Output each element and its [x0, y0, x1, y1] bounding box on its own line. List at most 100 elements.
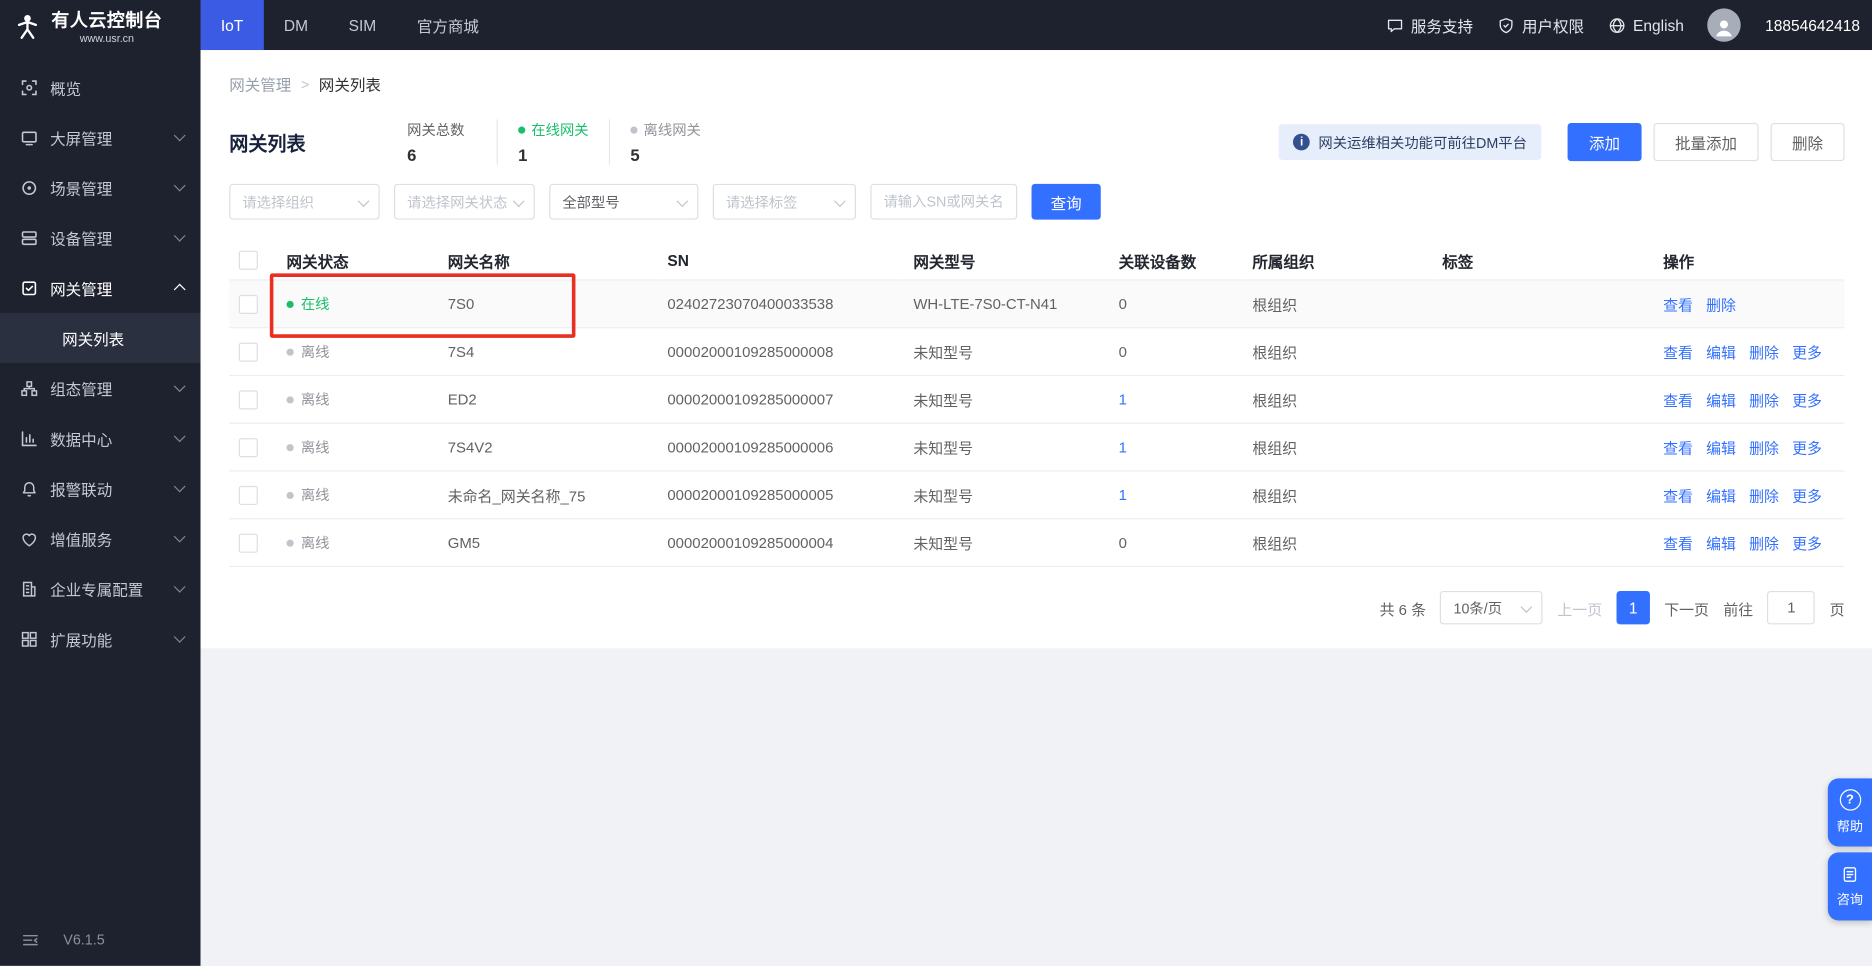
sidebar-item-label: 报警联动 [50, 480, 113, 499]
user-permissions-label: 用户权限 [1521, 17, 1585, 36]
gateway-name: 7S4V2 [438, 423, 658, 472]
chevron-down-icon [173, 380, 186, 393]
sidebar-item-value-added-services[interactable]: 增值服务 [0, 513, 201, 563]
sidebar-item-label: 扩展功能 [50, 630, 113, 649]
sidebar-subitem-gateway-list[interactable]: 网关列表 [0, 312, 201, 363]
row-action-delete[interactable]: 删除 [1749, 345, 1779, 362]
row-action-edit[interactable]: 编辑 [1706, 536, 1736, 553]
row-checkbox[interactable] [238, 533, 258, 553]
table-row: 离线 7S4 00002000109285000008 未知型号 0 根组织 查看 编辑 删除更… [229, 327, 1845, 377]
gateway-status-select[interactable]: 请选择网关状态 [393, 183, 535, 220]
gateway-model: 未知型号 [903, 470, 1110, 520]
sidebar-item-enterprise-config[interactable]: 企业专属配置 [0, 564, 201, 614]
row-action-view[interactable]: 查看 [1663, 345, 1693, 362]
sidebar-item-label: 概览 [50, 79, 82, 98]
row-action-more[interactable]: 更多 [1792, 393, 1822, 410]
avatar[interactable] [1707, 8, 1742, 42]
prev-page-button[interactable]: 上一页 [1557, 596, 1602, 619]
row-action-edit[interactable]: 编辑 [1706, 345, 1736, 362]
row-action-more[interactable]: 更多 [1792, 536, 1822, 553]
status-dot-icon [518, 125, 526, 134]
top-tab-sim[interactable]: SIM [328, 0, 396, 50]
consult-button[interactable]: 咨询 [1827, 852, 1872, 921]
row-checkbox[interactable] [238, 389, 258, 409]
dm-notice-banner: i 网关运维相关功能可前往DM平台 [1278, 124, 1542, 160]
table-row: 离线 ED2 00002000109285000007 未知型号 1 根组织 查看 编辑 删除更… [229, 375, 1845, 424]
row-action-more[interactable]: 更多 [1792, 441, 1822, 458]
row-action-delete[interactable]: 删除 [1749, 488, 1779, 505]
column-header: 网关名称 [438, 241, 658, 281]
row-action-delete[interactable]: 删除 [1706, 297, 1736, 314]
tag-select[interactable]: 请选择标签 [712, 183, 857, 220]
stat-label: 在线网关 [518, 119, 589, 139]
enterprise-icon [20, 580, 38, 598]
gateway-status: 离线 [286, 532, 330, 552]
status-dot-icon [286, 300, 294, 308]
total-count-label: 共 6 条 [1379, 601, 1427, 618]
sidebar-item-configuration-management[interactable]: 组态管理 [0, 363, 201, 413]
row-action-view[interactable]: 查看 [1663, 536, 1693, 553]
row-action-view[interactable]: 查看 [1663, 488, 1693, 505]
language-switcher[interactable]: English [1608, 16, 1684, 34]
page-size-select[interactable]: 10条/页 [1440, 590, 1544, 625]
sn-search-input[interactable] [870, 183, 1018, 220]
sidebar-item-device-management[interactable]: 设备管理 [0, 213, 201, 263]
user-permissions-link[interactable]: 用户权限 [1497, 14, 1584, 37]
row-checkbox[interactable] [238, 294, 258, 314]
column-header: 所属组织 [1242, 241, 1433, 281]
row-action-delete[interactable]: 删除 [1749, 536, 1779, 553]
select-all-checkbox[interactable] [238, 251, 258, 271]
row-action-view[interactable]: 查看 [1663, 393, 1693, 410]
service-support-link[interactable]: 服务支持 [1386, 14, 1473, 37]
row-checkbox[interactable] [238, 342, 258, 362]
breadcrumb-parent[interactable]: 网关管理 [229, 73, 291, 96]
sidebar-item-alarm-linkage[interactable]: 报警联动 [0, 463, 201, 513]
row-action-edit[interactable]: 编辑 [1706, 393, 1736, 410]
gateway-status-select-placeholder: 请选择网关状态 [407, 194, 508, 211]
help-button[interactable]: ? 帮助 [1827, 778, 1872, 847]
linked-devices-count[interactable]: 1 [1119, 391, 1127, 408]
search-button[interactable]: 查询 [1031, 183, 1101, 220]
sidebar-item-overview[interactable]: 概览 [0, 62, 201, 112]
row-action-view[interactable]: 查看 [1663, 441, 1693, 458]
model-select-value: 全部型号 [562, 194, 620, 211]
sidebar-item-scene-management[interactable]: 场景管理 [0, 162, 201, 212]
stat-value: 5 [630, 145, 640, 165]
row-action-delete[interactable]: 删除 [1749, 393, 1779, 410]
gateway-sn: 00002000109285000005 [657, 470, 904, 520]
sidebar-item-extended-functions[interactable]: 扩展功能 [0, 614, 201, 664]
delete-button[interactable]: 删除 [1770, 122, 1845, 162]
top-tab-mall[interactable]: 官方商城 [397, 0, 500, 50]
gateway-stats: 网关总数 6 在线网关 1 离线网关 5 [387, 119, 721, 165]
topbar: IoT DM SIM 官方商城 服务支持 用户权限 English 188546… [200, 0, 1872, 51]
row-action-view[interactable]: 查看 [1663, 297, 1693, 314]
organization-select-placeholder: 请选择组织 [242, 194, 315, 211]
top-tab-iot[interactable]: IoT [200, 0, 264, 51]
row-action-delete[interactable]: 删除 [1749, 441, 1779, 458]
app-root: 有人云控制台 www.usr.cn 概览 大屏管理 场景管理 设备管理 网关管理 网关列表… [0, 0, 1872, 966]
top-tab-dm[interactable]: DM [264, 0, 329, 50]
sidebar-item-data-center[interactable]: 数据中心 [0, 413, 201, 463]
next-page-button[interactable]: 下一页 [1664, 596, 1709, 619]
model-select[interactable]: 全部型号 [549, 183, 699, 220]
row-checkbox[interactable] [238, 437, 258, 457]
goto-page-input[interactable] [1767, 590, 1816, 625]
linked-devices-count[interactable]: 1 [1119, 487, 1127, 504]
brand-subtitle: www.usr.cn [79, 31, 135, 44]
page-number-button[interactable]: 1 [1616, 590, 1650, 625]
organization-select[interactable]: 请选择组织 [229, 183, 380, 220]
row-action-edit[interactable]: 编辑 [1706, 488, 1736, 505]
linked-devices-count[interactable]: 1 [1119, 439, 1127, 456]
row-action-edit[interactable]: 编辑 [1706, 441, 1736, 458]
row-checkbox[interactable] [238, 485, 258, 505]
collapse-sidebar-icon[interactable] [21, 931, 39, 949]
add-button[interactable]: 添加 [1567, 122, 1642, 162]
alarm-icon [20, 479, 38, 497]
account-number[interactable]: 18854642418 [1765, 16, 1860, 34]
batch-add-button[interactable]: 批量添加 [1653, 122, 1759, 162]
sidebar-item-label: 设备管理 [50, 229, 113, 248]
sidebar-item-screen-management[interactable]: 大屏管理 [0, 112, 201, 162]
row-action-more[interactable]: 更多 [1792, 345, 1822, 362]
row-action-more[interactable]: 更多 [1792, 488, 1822, 505]
sidebar-item-gateway-management[interactable]: 网关管理 [0, 263, 201, 313]
